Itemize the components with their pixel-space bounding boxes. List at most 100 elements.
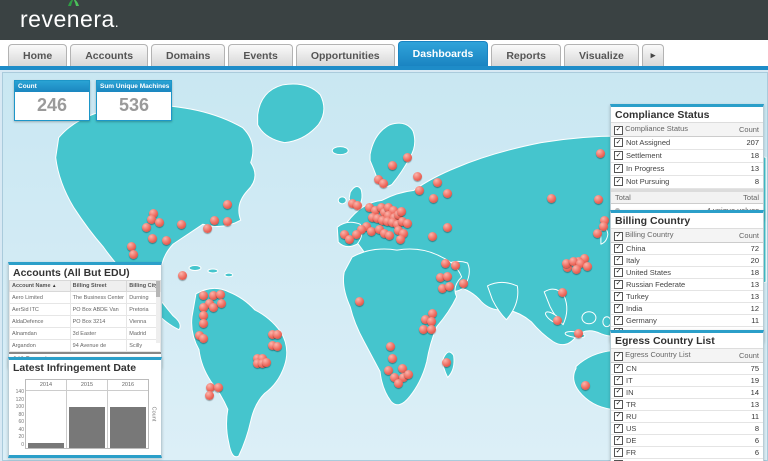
map-pin[interactable] (572, 265, 581, 274)
tab-accounts[interactable]: Accounts (70, 44, 148, 66)
map-pin[interactable] (155, 218, 164, 227)
row-checkbox[interactable]: ✓ (614, 376, 623, 385)
row-checkbox[interactable]: ✓ (614, 436, 623, 445)
map-pin[interactable] (177, 220, 186, 229)
filter-row-de[interactable]: ✓DE6 (611, 435, 763, 447)
row-checkbox[interactable]: ✓ (614, 151, 623, 160)
row-checkbox[interactable]: ✓ (614, 280, 623, 289)
filter-row-not-assigned[interactable]: ✓Not Assigned207 (611, 137, 763, 150)
map-pin[interactable] (428, 232, 437, 241)
filter-row-tr[interactable]: ✓TR13 (611, 399, 763, 411)
map-pin[interactable] (443, 189, 452, 198)
map-pin[interactable] (388, 354, 397, 363)
filter-row-turkey[interactable]: ✓Turkey13 (611, 291, 763, 303)
row-checkbox[interactable]: ✓ (614, 388, 623, 397)
row-checkbox[interactable]: ✓ (614, 364, 623, 373)
row-checkbox[interactable]: ✓ (614, 424, 623, 433)
map-pin[interactable] (415, 186, 424, 195)
account-row[interactable]: Aero LimitedThe Business CenterDurning (10, 292, 161, 304)
map-pin[interactable] (574, 329, 583, 338)
tab-opportunities[interactable]: Opportunities (296, 44, 395, 66)
map-pin[interactable] (459, 279, 468, 288)
map-pin[interactable] (178, 271, 187, 280)
map-pin[interactable] (386, 342, 395, 351)
map-pin[interactable] (205, 391, 214, 400)
map-pin[interactable] (547, 194, 556, 203)
filter-row-in[interactable]: ✓IN14 (611, 387, 763, 399)
tab-overflow-arrow-icon[interactable]: ▸ (642, 44, 665, 66)
map-pin[interactable] (142, 223, 151, 232)
map-pin[interactable] (148, 234, 157, 243)
map-pin[interactable] (262, 358, 271, 367)
tab-domains[interactable]: Domains (151, 44, 225, 66)
sum-unique-machines-widget[interactable]: Sum Unique Machines 536 (96, 80, 172, 121)
map-pin[interactable] (162, 236, 171, 245)
scrollbar-thumb[interactable] (156, 281, 160, 297)
map-pin[interactable] (385, 231, 394, 240)
map-pin[interactable] (596, 149, 605, 158)
col-header-account-name[interactable]: Account Name ▲ (10, 281, 71, 292)
map-pin[interactable] (594, 195, 603, 204)
row-checkbox[interactable]: ✓ (614, 316, 623, 325)
map-pin[interactable] (451, 261, 460, 270)
tab-reports[interactable]: Reports (491, 44, 561, 66)
map-pin[interactable] (210, 216, 219, 225)
row-checkbox[interactable]: ✓ (614, 400, 623, 409)
map-pin[interactable] (129, 250, 138, 259)
filter-row-italy[interactable]: ✓Italy20 (611, 255, 763, 267)
row-checkbox[interactable]: ✓ (614, 177, 623, 186)
filter-row-united-states[interactable]: ✓United States18 (611, 267, 763, 279)
map-pin[interactable] (199, 319, 208, 328)
row-checkbox[interactable]: ✓ (614, 256, 623, 265)
filter-row-ru[interactable]: ✓RU11 (611, 411, 763, 423)
row-checkbox[interactable]: ✓ (614, 292, 623, 301)
tab-visualize[interactable]: Visualize (564, 44, 639, 66)
map-pin[interactable] (443, 223, 452, 232)
map-pin[interactable] (199, 334, 208, 343)
bar-2015[interactable] (69, 407, 106, 448)
map-pin[interactable] (396, 235, 405, 244)
row-checkbox[interactable]: ✓ (614, 448, 623, 457)
map-pin[interactable] (445, 282, 454, 291)
filter-row-cn[interactable]: ✓CN75 (611, 363, 763, 375)
filter-row-it[interactable]: ✓IT19 (611, 375, 763, 387)
select-all-checkbox[interactable]: ✓ (614, 352, 623, 361)
select-all-checkbox[interactable]: ✓ (614, 232, 623, 241)
row-checkbox[interactable]: ✓ (614, 412, 623, 421)
col-header-billing-street[interactable]: Billing Street (70, 281, 127, 292)
map-pin[interactable] (433, 178, 442, 187)
account-row[interactable]: AldaDefencePO Box 3214Vienna (10, 316, 161, 328)
tab-dashboards[interactable]: Dashboards (398, 41, 489, 66)
map-pin[interactable] (403, 219, 412, 228)
account-row[interactable]: Alnamdan3d EasterMadrid (10, 328, 161, 340)
map-pin[interactable] (345, 235, 354, 244)
map-pin[interactable] (379, 179, 388, 188)
map-pin[interactable] (403, 153, 412, 162)
map-pin[interactable] (223, 217, 232, 226)
filter-row-india[interactable]: ✓India12 (611, 303, 763, 315)
map-pin[interactable] (593, 229, 602, 238)
map-pin[interactable] (397, 207, 406, 216)
filter-row-us[interactable]: ✓US8 (611, 423, 763, 435)
row-checkbox[interactable]: ✓ (614, 268, 623, 277)
account-row[interactable]: AerSid ITCPO Box ABDE VanPretoria (10, 304, 161, 316)
row-checkbox[interactable]: ✓ (614, 138, 623, 147)
map-pin[interactable] (443, 272, 452, 281)
map-pin[interactable] (214, 383, 223, 392)
accounts-scrollbar[interactable] (156, 281, 160, 343)
map-pin[interactable] (394, 379, 403, 388)
filter-row-fr[interactable]: ✓FR6 (611, 447, 763, 459)
map-pin[interactable] (553, 316, 562, 325)
filter-row-in-progress[interactable]: ✓In Progress13 (611, 163, 763, 176)
filter-row-settlement[interactable]: ✓Settlement18 (611, 150, 763, 163)
map-pin[interactable] (388, 161, 397, 170)
map-pin[interactable] (273, 330, 282, 339)
map-pin[interactable] (583, 262, 592, 271)
map-pin[interactable] (427, 325, 436, 334)
row-checkbox[interactable]: ✓ (614, 244, 623, 253)
count-stat-widget[interactable]: Count 246 (14, 80, 90, 121)
account-row[interactable]: Argandon94 Avenue deScilly (10, 340, 161, 352)
filter-row-germany[interactable]: ✓Germany11 (611, 315, 763, 327)
bar-2014[interactable] (28, 443, 65, 448)
map-pin[interactable] (216, 290, 225, 299)
